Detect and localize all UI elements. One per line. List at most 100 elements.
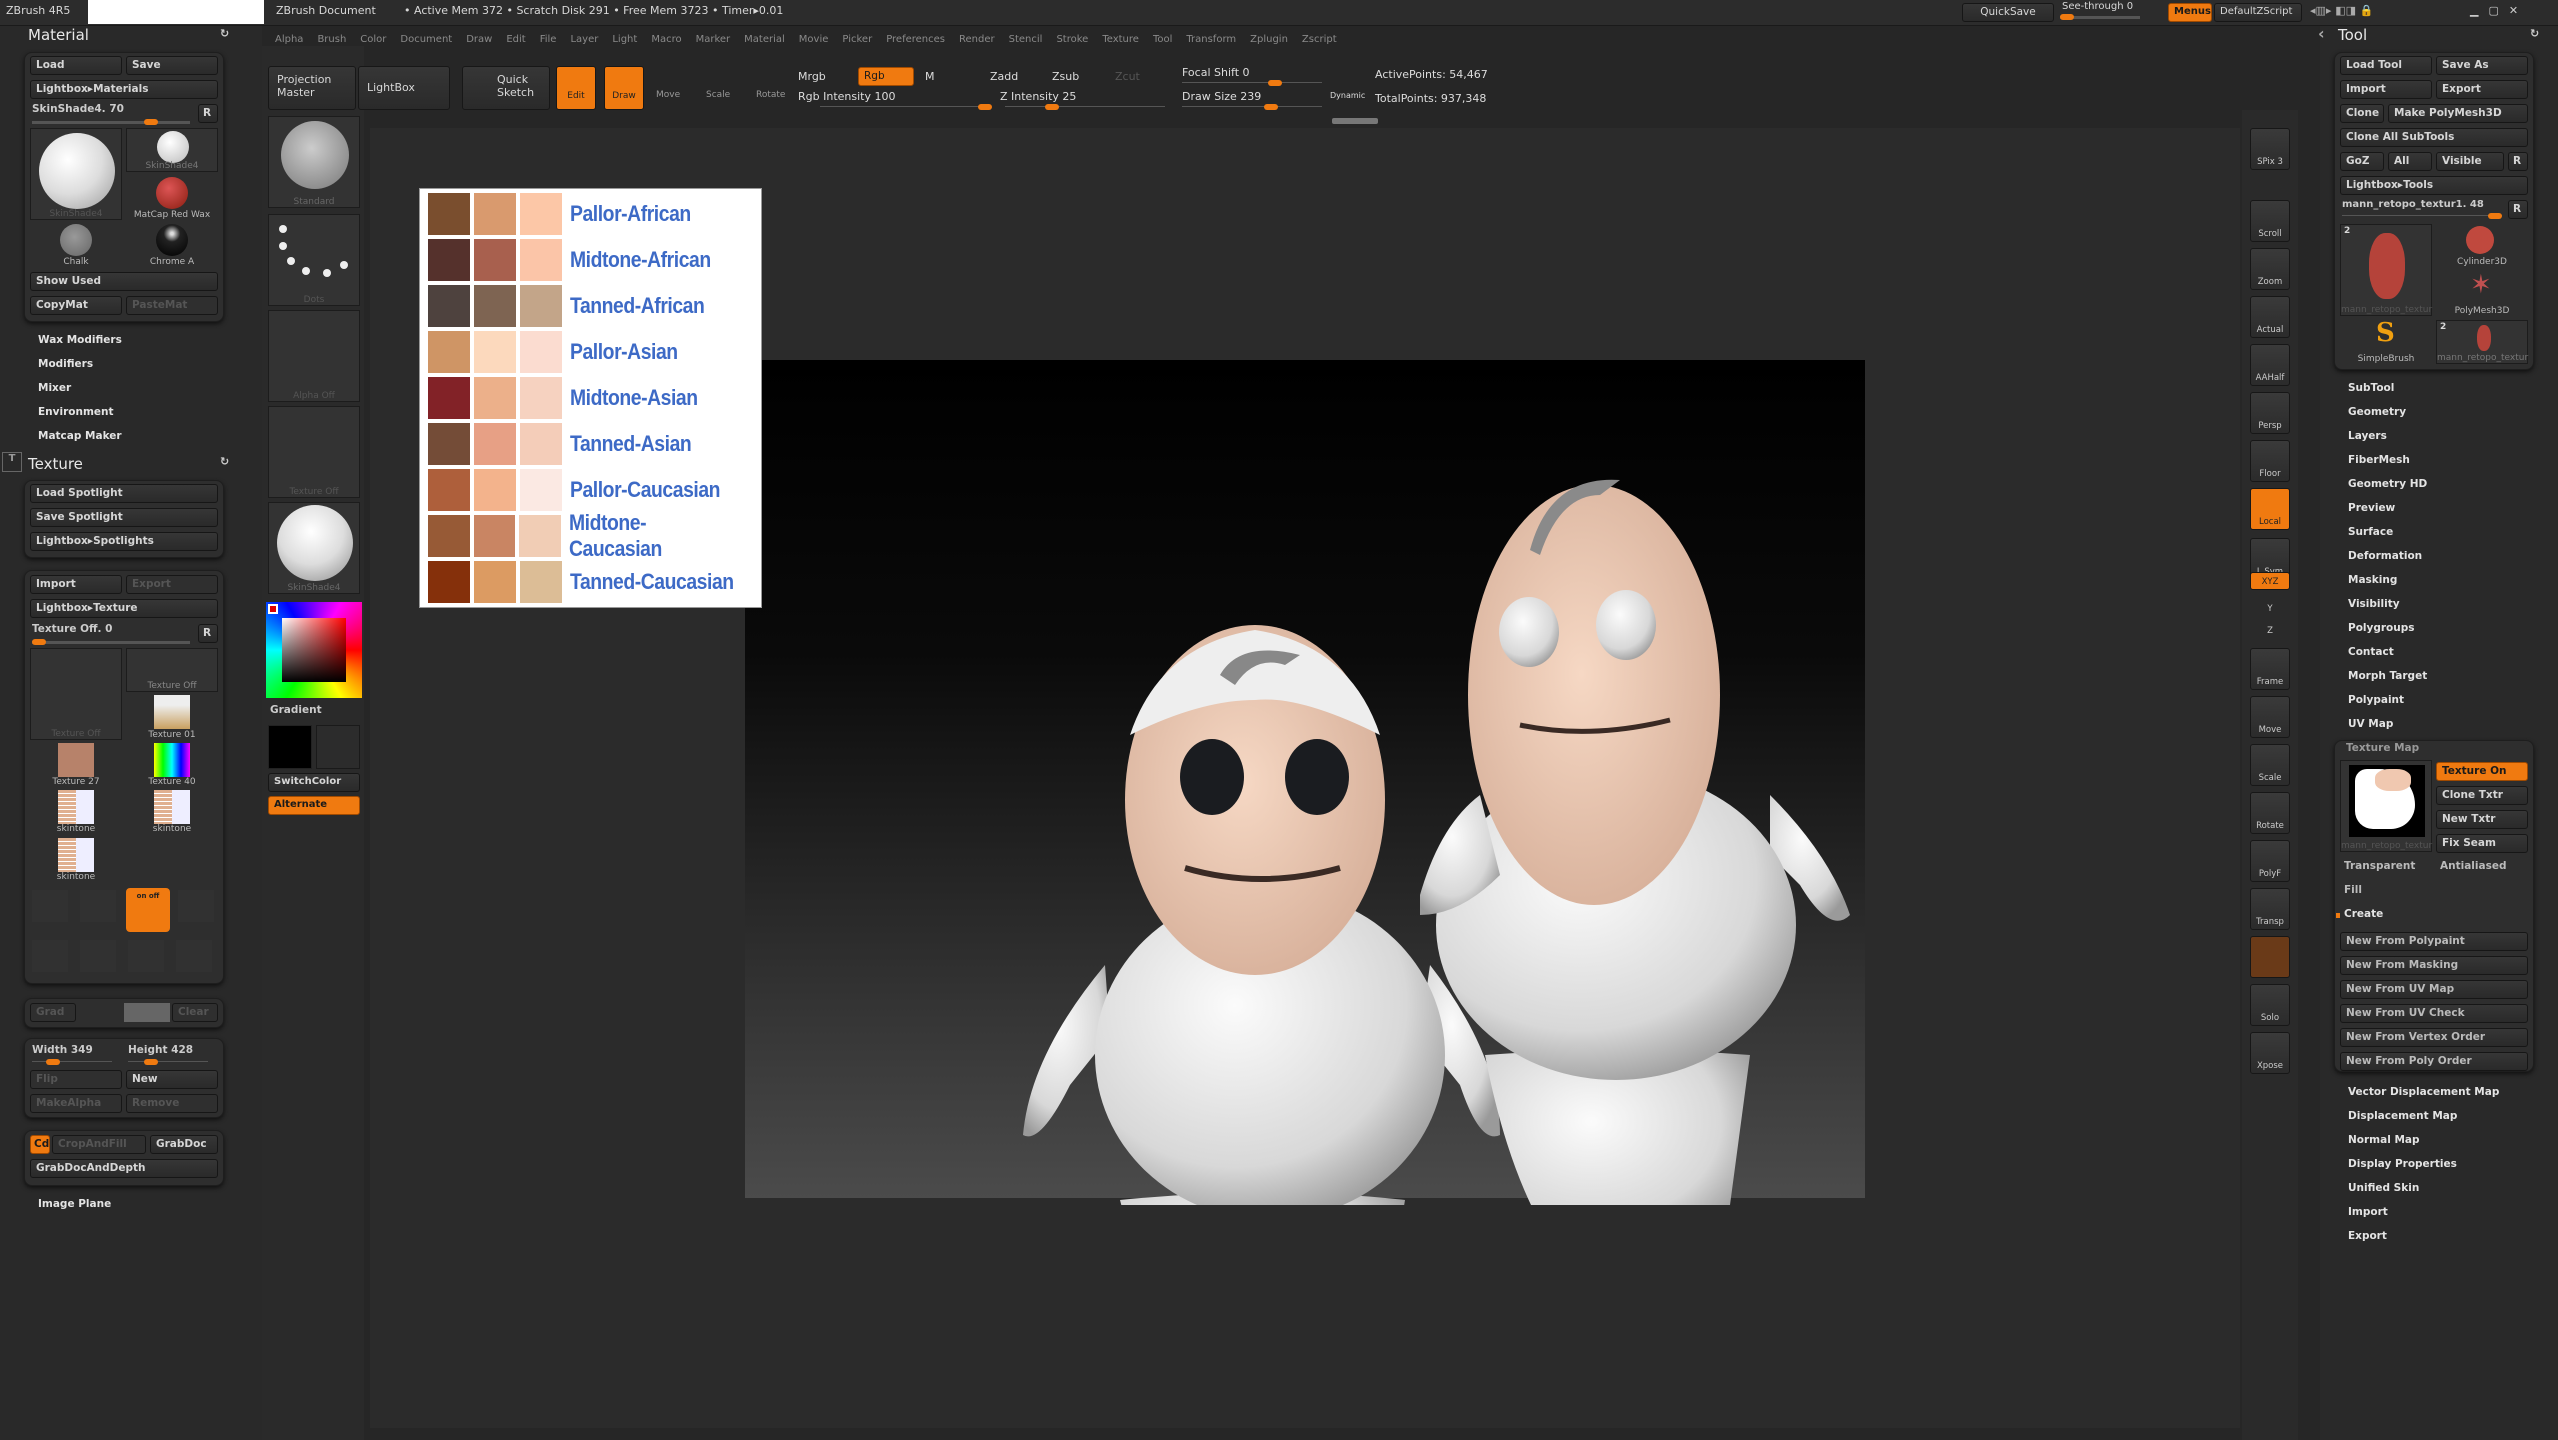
menu-marker[interactable]: Marker xyxy=(696,34,731,45)
save-spotlight-button[interactable]: Save Spotlight xyxy=(30,508,218,527)
tool-section-export[interactable]: Export xyxy=(2348,1230,2387,1242)
texture-on-toggle[interactable]: Texture On xyxy=(2436,762,2528,781)
load-tool-button[interactable]: Load Tool xyxy=(2340,56,2432,75)
secondary-color-swatch[interactable] xyxy=(316,725,360,769)
shelf-polyf-button[interactable]: PolyF xyxy=(2250,840,2290,882)
rgb-button[interactable]: Rgb xyxy=(858,67,914,86)
tool-section-surface[interactable]: Surface xyxy=(2348,526,2393,538)
new-texture-button[interactable]: New xyxy=(126,1070,218,1089)
create-new-from-uv-map-button[interactable]: New From UV Map xyxy=(2340,980,2528,999)
material-slider[interactable] xyxy=(32,119,190,125)
tool-section-display-properties[interactable]: Display Properties xyxy=(2348,1158,2457,1170)
material-section-mixer[interactable]: Mixer xyxy=(38,382,71,394)
menu-picker[interactable]: Picker xyxy=(842,34,872,45)
chrome-sphere[interactable] xyxy=(156,224,188,256)
menu-transform[interactable]: Transform xyxy=(1186,34,1236,45)
shelf-scale-button[interactable]: Scale xyxy=(2250,744,2290,786)
material-section-modifiers[interactable]: Modifiers xyxy=(38,358,93,370)
alpha-off-button[interactable]: Alpha Off xyxy=(268,310,360,402)
menu-preferences[interactable]: Preferences xyxy=(886,34,945,45)
material-section-environment[interactable]: Environment xyxy=(38,406,114,418)
quicksave-button[interactable]: QuickSave xyxy=(1962,3,2054,22)
create-new-from-vertex-order-button[interactable]: New From Vertex Order xyxy=(2340,1028,2528,1047)
material-section-matcap-maker[interactable]: Matcap Maker xyxy=(38,430,122,442)
shelf-solo-button[interactable]: Solo xyxy=(2250,984,2290,1026)
menu-draw[interactable]: Draw xyxy=(466,34,492,45)
texture-onoff-toggle[interactable]: on off xyxy=(126,888,170,932)
tool-section-fibermesh[interactable]: FiberMesh xyxy=(2348,454,2410,466)
texture-map-thumb[interactable]: mann_retopo_textur xyxy=(2340,760,2432,852)
shelf-y-button[interactable]: Y xyxy=(2250,598,2290,616)
cd-toggle[interactable]: Cd xyxy=(30,1135,50,1154)
tool-import-button[interactable]: Import xyxy=(2340,80,2432,99)
goz-all-button[interactable]: All xyxy=(2388,152,2432,171)
texture-tool-icon[interactable] xyxy=(80,890,116,922)
dynamic-button[interactable]: Dynamic xyxy=(1330,91,1365,100)
viewport-3d[interactable] xyxy=(740,355,1870,1205)
clone-button[interactable]: Clone xyxy=(2340,104,2384,123)
tool-thumb-mann-retopo-small[interactable]: 2 mann_retopo_textur xyxy=(2436,320,2528,364)
cylinder3d-thumb[interactable] xyxy=(2466,226,2494,254)
texture-tool-icon[interactable] xyxy=(32,890,68,922)
polymesh3d-star-icon[interactable]: ✶ xyxy=(2470,270,2492,300)
texture-reset-button[interactable]: R xyxy=(198,624,218,643)
tool-section-contact[interactable]: Contact xyxy=(2348,646,2394,658)
load-spotlight-button[interactable]: Load Spotlight xyxy=(30,484,218,503)
layout-icons[interactable]: ◂▥▸ ◧◨ 🔒 xyxy=(2310,4,2374,17)
matcap-red-wax-sphere[interactable] xyxy=(156,177,188,209)
material-thumb-skinshade[interactable]: SkinShade4 xyxy=(126,128,218,172)
save-as-button[interactable]: Save As xyxy=(2436,56,2528,75)
goz-r-button[interactable]: R xyxy=(2508,152,2528,171)
shelf-rotate-button[interactable]: Rotate xyxy=(2250,792,2290,834)
texture-map-section[interactable]: Texture Map xyxy=(2346,742,2419,754)
create-section[interactable]: Create xyxy=(2344,908,2383,920)
skintone-thumb[interactable] xyxy=(58,790,94,824)
lightbox-button[interactable]: LightBox xyxy=(358,66,450,110)
menu-light[interactable]: Light xyxy=(612,34,637,45)
tool-section-polypaint[interactable]: Polypaint xyxy=(2348,694,2404,706)
mrgb-button[interactable]: Mrgb xyxy=(798,70,826,83)
tool-section-morph-target[interactable]: Morph Target xyxy=(2348,670,2427,682)
texture-export-button[interactable]: Export xyxy=(126,575,218,594)
window-controls[interactable]: ▁▢✕ xyxy=(2470,4,2528,17)
scale-mode-button[interactable]: Scale xyxy=(706,90,730,100)
tool-section-preview[interactable]: Preview xyxy=(2348,502,2395,514)
material-load-button[interactable]: Load xyxy=(30,56,122,75)
menu-stencil[interactable]: Stencil xyxy=(1009,34,1043,45)
tool-section-geometry[interactable]: Geometry xyxy=(2348,406,2406,418)
tool-export-button[interactable]: Export xyxy=(2436,80,2528,99)
clear-button[interactable]: Clear xyxy=(172,1003,218,1022)
move-mode-button[interactable]: Move xyxy=(656,90,680,100)
switchcolor-button[interactable]: SwitchColor xyxy=(268,773,360,792)
texture-off-thumb[interactable]: Texture Off xyxy=(126,648,218,692)
texture-off-button[interactable]: Texture Off xyxy=(268,406,360,498)
clone-txtr-button[interactable]: Clone Txtr xyxy=(2436,786,2528,805)
grad-button[interactable]: Grad xyxy=(30,1003,76,1022)
material-save-button[interactable]: Save xyxy=(126,56,218,75)
tool-section-import[interactable]: Import xyxy=(2348,1206,2388,1218)
remove-button[interactable]: Remove xyxy=(126,1094,218,1113)
texture-01-thumb[interactable] xyxy=(154,695,190,729)
zsub-button[interactable]: Zsub xyxy=(1052,70,1079,83)
toolbar-scrollbar[interactable] xyxy=(1332,118,1378,124)
tool-reset-button[interactable]: R xyxy=(2508,200,2528,219)
draw-size-slider[interactable] xyxy=(1182,104,1322,110)
texture-import-button[interactable]: Import xyxy=(30,575,122,594)
clone-all-subtools-button[interactable]: Clone All SubTools xyxy=(2340,128,2528,147)
material-palette-title[interactable]: Material xyxy=(28,26,89,44)
refresh-icon[interactable]: ↻ xyxy=(220,27,229,40)
shelf-move-button[interactable]: Move xyxy=(2250,696,2290,738)
menu-render[interactable]: Render xyxy=(959,34,995,45)
tool-section-masking[interactable]: Masking xyxy=(2348,574,2397,586)
texture-40-thumb[interactable] xyxy=(154,743,190,777)
menu-color[interactable]: Color xyxy=(360,34,386,45)
menu-edit[interactable]: Edit xyxy=(506,34,525,45)
transparent-toggle[interactable]: Transparent xyxy=(2344,860,2415,872)
tool-section-displacement-map[interactable]: Displacement Map xyxy=(2348,1110,2457,1122)
zcut-button[interactable]: Zcut xyxy=(1115,70,1140,83)
simplebrush-icon[interactable]: S xyxy=(2376,318,2395,348)
shelf-transp-button[interactable]: Transp xyxy=(2250,888,2290,930)
collapse-tray-icon[interactable]: ‹ xyxy=(2318,24,2325,43)
tool-section-subtool[interactable]: SubTool xyxy=(2348,382,2394,394)
texture-tool-icon[interactable] xyxy=(178,890,214,922)
